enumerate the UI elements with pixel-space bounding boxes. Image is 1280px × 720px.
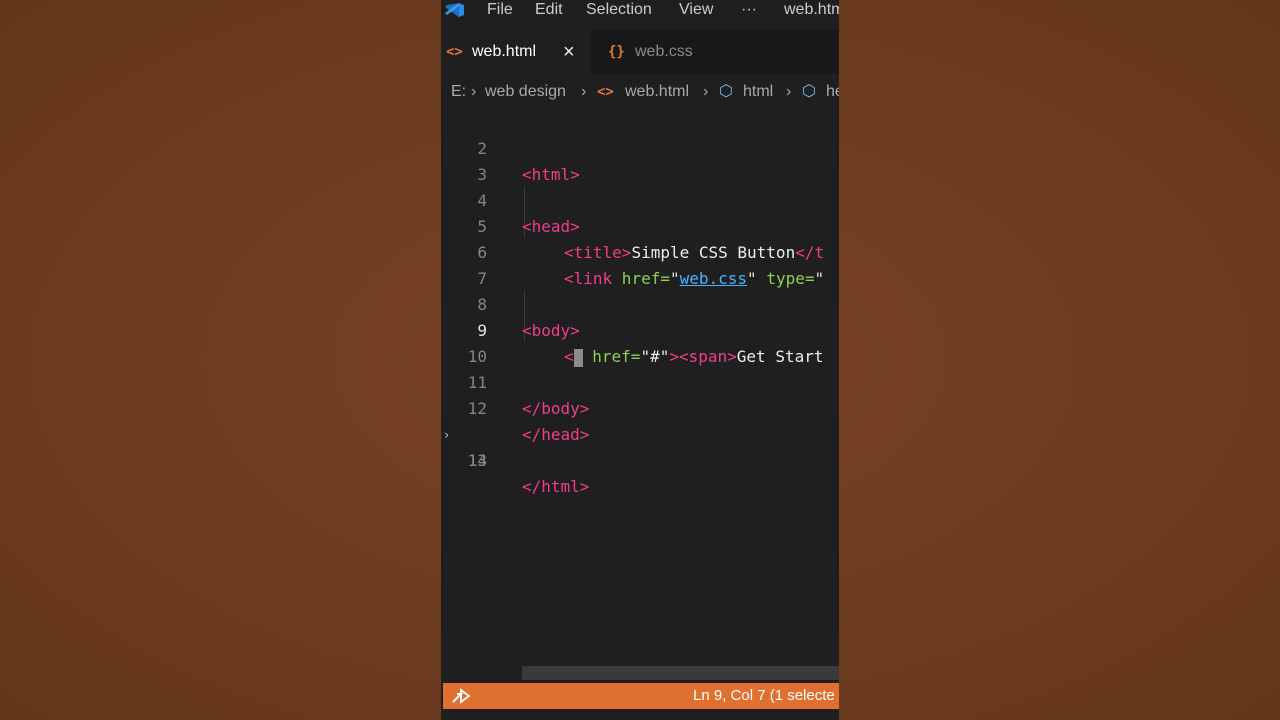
horizontal-scrollbar[interactable] bbox=[522, 666, 839, 680]
html-file-icon: <> bbox=[597, 84, 614, 100]
status-bar-spacer bbox=[441, 710, 839, 720]
breadcrumb-node-html[interactable]: html bbox=[743, 78, 773, 106]
tab-web-css[interactable]: {} web.css bbox=[593, 30, 753, 74]
video-background: File Edit Selection View ··· web.htm <> … bbox=[0, 0, 1280, 720]
close-icon[interactable]: × bbox=[563, 30, 575, 74]
code-line: 14 </html> bbox=[441, 422, 839, 496]
code-line: › 13 bbox=[441, 396, 839, 470]
menu-more-icon[interactable]: ··· bbox=[741, 0, 757, 20]
tab-label: web.css bbox=[635, 43, 693, 60]
breadcrumb-drive[interactable]: E: bbox=[451, 78, 466, 106]
code-line: 2 <html> bbox=[441, 110, 839, 184]
html-file-icon: <> bbox=[446, 44, 463, 60]
breadcrumb: E: › web design › <> web.html › ⬡ html ›… bbox=[441, 78, 839, 106]
symbol-element-icon: ⬡ bbox=[719, 83, 733, 100]
code-line: 8 <body> bbox=[441, 266, 839, 340]
breadcrumb-folder[interactable]: web design bbox=[485, 78, 566, 106]
css-file-icon: {} bbox=[608, 44, 625, 60]
menu-selection[interactable]: Selection bbox=[586, 0, 652, 20]
line-number: 14 bbox=[467, 451, 487, 470]
cursor-position[interactable]: Ln 9, Col 7 (1 selecte bbox=[693, 683, 835, 709]
code-line: 11 </body> bbox=[441, 344, 839, 418]
chevron-right-icon: › bbox=[581, 83, 587, 100]
menu-edit[interactable]: Edit bbox=[535, 0, 563, 20]
menu-bar: File Edit Selection View ··· web.htm bbox=[441, 0, 839, 22]
vscode-logo-icon bbox=[445, 3, 464, 17]
code-line-current: 9 < href="#"><span>Get Start bbox=[441, 292, 839, 367]
tab-bar: <> web.html × {} web.css bbox=[441, 30, 839, 74]
chevron-right-icon: › bbox=[703, 83, 709, 100]
code-line: 6 <link href="web.css" type=" bbox=[441, 214, 839, 288]
code-line: 5 <title>Simple CSS Button</t bbox=[441, 188, 839, 262]
code-line: 3 bbox=[441, 136, 839, 184]
code-line: 7 bbox=[441, 240, 839, 288]
breadcrumb-node-head[interactable]: he bbox=[826, 78, 839, 106]
remote-connection-icon[interactable] bbox=[449, 683, 473, 709]
status-bar: Ln 9, Col 7 (1 selecte bbox=[443, 683, 839, 709]
tab-label: web.html bbox=[472, 43, 537, 60]
menu-file[interactable]: File bbox=[487, 0, 513, 20]
chevron-right-icon: › bbox=[786, 83, 792, 100]
symbol-element-icon: ⬡ bbox=[802, 83, 816, 100]
code-line: 4 <head> bbox=[441, 162, 839, 236]
code-area[interactable]: 2 <html> 3 4 <head> 5 <title>Simple CSS … bbox=[441, 108, 839, 496]
tab-web-html[interactable]: <> web.html × bbox=[441, 30, 591, 74]
menu-view[interactable]: View bbox=[679, 0, 713, 20]
chevron-right-icon: › bbox=[471, 83, 477, 100]
code-line: 10 bbox=[441, 318, 839, 366]
html-close-tag: </html> bbox=[522, 477, 590, 496]
breadcrumb-file[interactable]: web.html bbox=[625, 78, 689, 106]
code-editor-window: File Edit Selection View ··· web.htm <> … bbox=[441, 0, 839, 720]
code-line: 12 </head> bbox=[441, 370, 839, 444]
window-title: web.htm bbox=[784, 1, 839, 18]
